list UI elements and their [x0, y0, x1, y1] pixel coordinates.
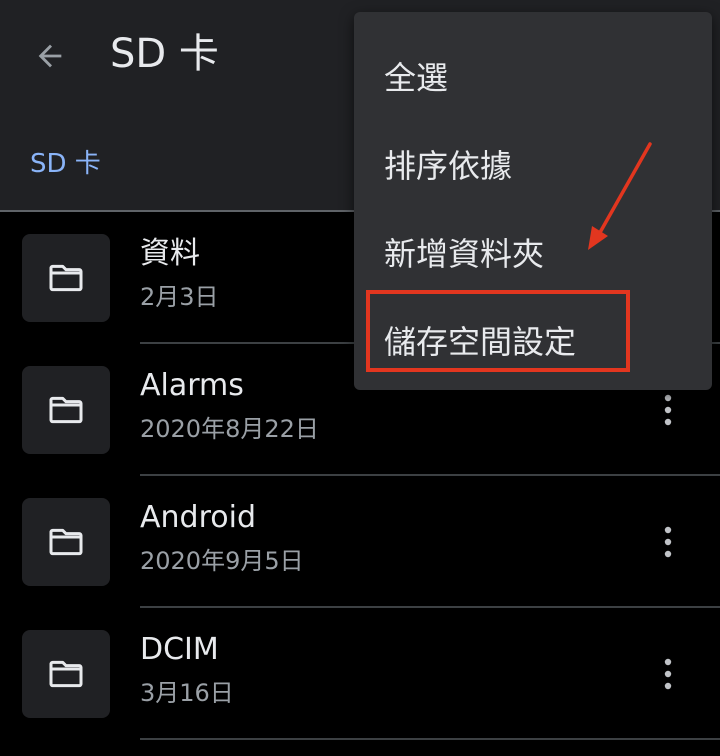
folder-thumbnail: [22, 366, 110, 454]
file-name: 資料: [140, 236, 200, 271]
more-vert-icon: [664, 394, 672, 426]
menu-item-new-folder[interactable]: 新增資料夾: [354, 210, 712, 298]
folder-icon: [49, 264, 83, 292]
page-title: SD 卡: [110, 31, 219, 77]
file-name: Alarms: [140, 368, 244, 403]
arrow-back-icon: [38, 44, 62, 68]
more-vert-icon: [664, 526, 672, 558]
more-options-button[interactable]: [646, 516, 690, 568]
back-button[interactable]: [22, 28, 78, 84]
list-item[interactable]: DCIM 3月16日: [0, 608, 720, 740]
menu-item-label: 新增資料夾: [384, 235, 545, 273]
more-options-button[interactable]: [646, 648, 690, 700]
file-date: 2月3日: [140, 283, 219, 311]
menu-item-sort-by[interactable]: 排序依據: [354, 122, 712, 210]
file-name: DCIM: [140, 632, 219, 667]
menu-item-label: 排序依據: [384, 147, 513, 185]
folder-thumbnail: [22, 234, 110, 322]
menu-item-select-all[interactable]: 全選: [354, 34, 712, 122]
file-date: 2020年9月5日: [140, 547, 304, 575]
menu-item-label: 全選: [384, 59, 449, 97]
folder-icon: [49, 528, 83, 556]
row-divider: [140, 738, 720, 740]
more-vert-icon: [664, 658, 672, 690]
folder-thumbnail: [22, 630, 110, 718]
more-options-button[interactable]: [646, 384, 690, 436]
list-item[interactable]: Android 2020年9月5日: [0, 476, 720, 608]
folder-icon: [49, 660, 83, 688]
folder-thumbnail: [22, 498, 110, 586]
breadcrumb[interactable]: SD 卡: [30, 146, 101, 182]
folder-icon: [49, 396, 83, 424]
file-date: 3月16日: [140, 679, 234, 707]
highlight-annotation: [366, 290, 630, 372]
file-name: Android: [140, 500, 256, 535]
file-date: 2020年8月22日: [140, 415, 319, 443]
